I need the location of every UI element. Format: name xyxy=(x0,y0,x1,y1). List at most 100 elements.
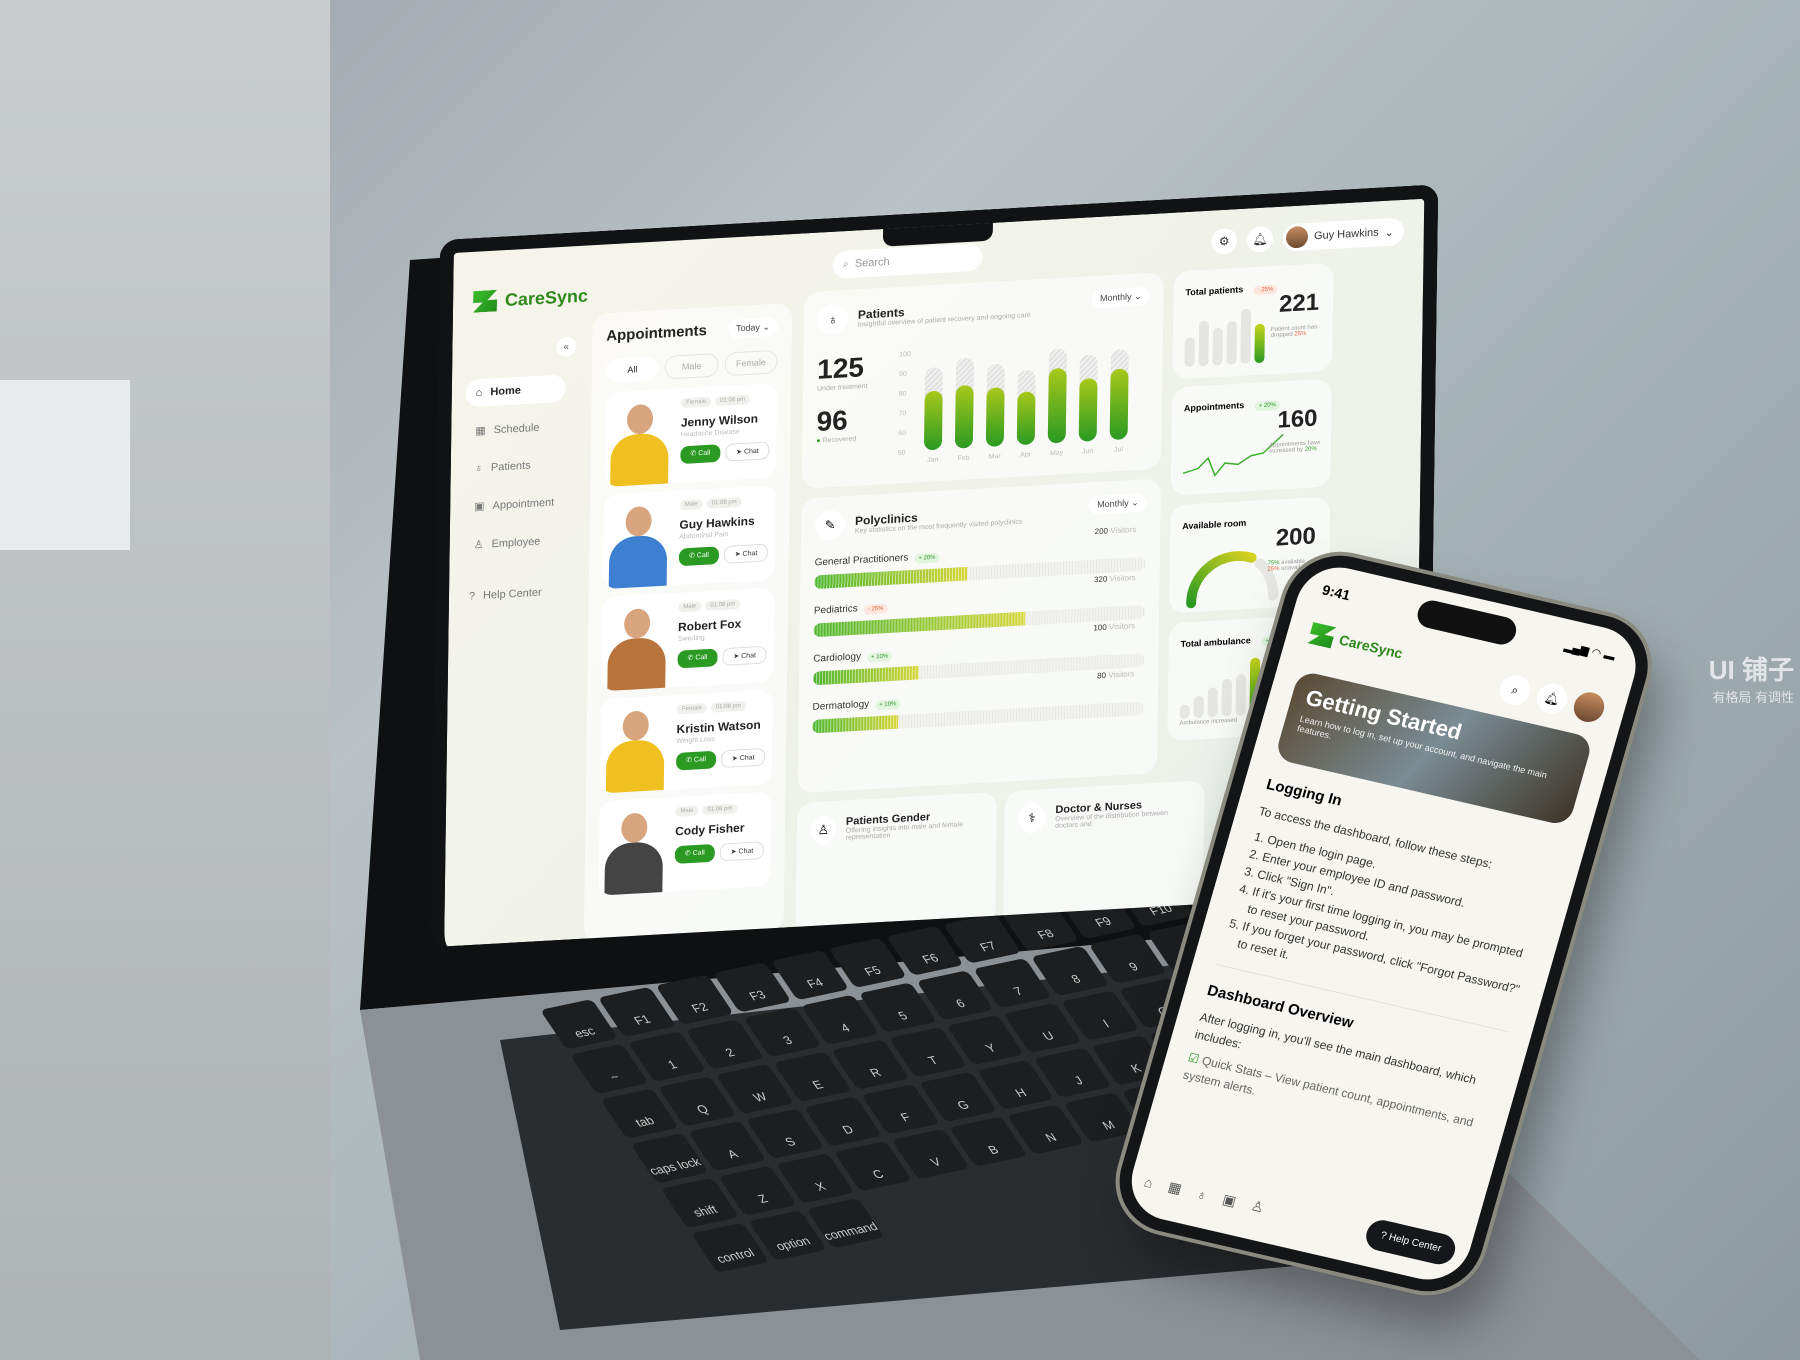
appointment-card[interactable]: Male 01:08 pm Cody Fisher ✆ Call ➤ Chat xyxy=(598,791,772,896)
call-button[interactable]: ✆ Call xyxy=(678,546,719,567)
x-tick-label: Jul xyxy=(1114,446,1123,453)
chat-button[interactable]: ➤ Chat xyxy=(725,441,770,462)
change-badge: + 10% xyxy=(875,699,901,711)
call-label: Call xyxy=(696,551,709,560)
user-menu[interactable]: Guy Hawkins ⌄ xyxy=(1282,217,1405,252)
bell-icon[interactable]: 🔔︎ xyxy=(1246,225,1274,253)
patient-icon[interactable]: ♁ xyxy=(1195,1185,1210,1203)
user-icon[interactable]: ♙ xyxy=(1249,1197,1266,1216)
call-button[interactable]: ✆ Call xyxy=(674,843,715,864)
polyclinic-row[interactable]: 80 Visitors Dermatology + 10% xyxy=(812,669,1144,734)
watermark-sub: 有格局 有调性 xyxy=(1712,690,1794,705)
appointments-panel: Appointments Today ⌄ All Male Female Fem… xyxy=(583,302,793,943)
appointments-title: Appointments xyxy=(606,322,708,345)
patients-card: ♁ Patients Insightful overview of patient … xyxy=(801,272,1164,489)
change-badge: + 10% xyxy=(866,651,893,663)
appointment-card[interactable]: Male 01:08 pm Robert Fox Sweding ✆ Call ➤ … xyxy=(601,587,775,692)
search-input[interactable]: ⌕ Search xyxy=(832,243,983,279)
gauge-available-arc xyxy=(1186,551,1257,609)
sidebar-item-appointment[interactable]: ▣ Appointment xyxy=(464,487,564,521)
y-tick-label: 90 xyxy=(899,371,907,378)
progress-fill xyxy=(812,665,920,686)
logo-icon xyxy=(1307,622,1336,649)
call-button[interactable]: ✆ Call xyxy=(677,648,718,669)
monthly-dropdown[interactable]: Monthly ⌄ xyxy=(1089,492,1147,515)
chevron-down-icon: ⌄ xyxy=(1384,226,1394,239)
sidebar-item-patients[interactable]: ♁ Patients xyxy=(465,450,565,483)
chat-button[interactable]: ➤ Chat xyxy=(723,543,769,564)
x-tick-label: Jan xyxy=(927,456,938,464)
avatar xyxy=(1285,225,1309,249)
sidebar-item-label: Patients xyxy=(490,459,531,474)
patient-name: Cody Fisher xyxy=(675,820,745,839)
help-center-button[interactable]: ? Help Center xyxy=(1362,1217,1459,1268)
polyclinic-name: Dermatology xyxy=(812,698,870,713)
call-label: Call xyxy=(693,756,707,764)
bar-feb xyxy=(954,385,974,449)
x-tick-label: Feb xyxy=(958,455,970,463)
home-icon[interactable]: ⌂ xyxy=(1142,1173,1155,1190)
filter-all[interactable]: All xyxy=(605,356,660,383)
gender-tag: Male xyxy=(679,499,703,511)
recovered-label: Recovered xyxy=(822,435,857,445)
calendar-check-icon: ▣ xyxy=(474,500,485,513)
bar xyxy=(1212,327,1223,366)
sidebar-item-employee[interactable]: ♙ Employee xyxy=(463,526,563,560)
note-pct: 25% xyxy=(1294,330,1307,338)
appointment-card[interactable]: Female 01:08 pm Kristin Watson Weight Los… xyxy=(599,689,773,794)
patient-photo xyxy=(604,389,675,488)
y-tick-label: 100 xyxy=(899,351,911,359)
chat-button[interactable]: ➤ Chat xyxy=(720,747,766,769)
calendar-icon[interactable]: ▦ xyxy=(1166,1178,1183,1197)
progress-fill xyxy=(814,566,967,590)
y-tick-label: 50 xyxy=(898,449,906,456)
appointment-card[interactable]: Male 01:08 pm Guy Hawkins Abdominal Pain … xyxy=(602,485,776,590)
sidebar-item-schedule[interactable]: ▦ Schedule xyxy=(465,412,565,446)
nurse-icon: ⚕ xyxy=(1018,802,1046,834)
logo[interactable]: CareSync xyxy=(473,285,588,313)
app-name: CareSync xyxy=(1337,631,1405,662)
time-tag: 01:08 pm xyxy=(705,599,741,611)
appointment-card[interactable]: Female 01:08 pm Jenny Wilson Headache Dis… xyxy=(604,383,778,488)
monthly-dropdown[interactable]: Monthly ⌄ xyxy=(1091,286,1150,309)
dynamic-island xyxy=(1414,597,1520,648)
time-tag: 01:08 pm xyxy=(706,496,742,509)
search-icon[interactable]: ⌕ xyxy=(1496,672,1534,708)
polyclinic-row[interactable]: 100 Visitors Cardiology + 10% xyxy=(812,621,1145,686)
collapse-sidebar-button[interactable]: « xyxy=(556,336,577,358)
avatar[interactable] xyxy=(1570,689,1608,725)
home-icon: ⌂ xyxy=(475,386,483,399)
bar xyxy=(1179,704,1190,719)
chat-button[interactable]: ➤ Chat xyxy=(722,645,768,666)
unavailable-pct: 25% xyxy=(1267,566,1280,573)
note-pct: 20% xyxy=(1304,446,1317,453)
total-patients-card[interactable]: Total patients - 25% 221 Patient count h… xyxy=(1172,262,1334,380)
progress-fill xyxy=(812,714,899,734)
visitor-unit: Visitors xyxy=(1108,669,1135,680)
call-button[interactable]: ✆ Call xyxy=(680,444,721,465)
patient-photo xyxy=(598,797,669,896)
visitor-count: 80 xyxy=(1097,670,1107,681)
range-dropdown[interactable]: Today ⌄ xyxy=(727,317,779,339)
gender-tag: Female xyxy=(676,703,707,715)
under-treatment-value: 125 xyxy=(817,351,865,385)
appointments-stat-card[interactable]: Appointments + 20% 160 Appointments have… xyxy=(1170,378,1332,496)
watermark: UI 铺子 有格局 有调性 xyxy=(1709,650,1794,706)
under-treatment-label: Under treatment xyxy=(816,382,868,393)
settings-icon[interactable]: ⚙ xyxy=(1210,227,1238,255)
help-center-link[interactable]: ? Help Center xyxy=(469,587,542,603)
bell-icon[interactable]: 🔔︎ xyxy=(1533,680,1571,717)
call-button[interactable]: ✆ Call xyxy=(676,750,717,771)
filter-male[interactable]: Male xyxy=(664,353,719,380)
sidebar-item-home[interactable]: ⌂ Home xyxy=(465,374,566,408)
chat-button[interactable]: ➤ Chat xyxy=(719,841,765,862)
filter-female[interactable]: Female xyxy=(724,349,778,377)
patient-icon: ♁ xyxy=(817,303,849,335)
calendar-check-icon[interactable]: ▣ xyxy=(1220,1191,1238,1210)
y-tick-label: 60 xyxy=(898,430,906,437)
available-room-title: Available room xyxy=(1182,517,1247,532)
x-tick-label: May xyxy=(1050,449,1064,457)
bar-jan xyxy=(924,391,943,450)
appointments-line-chart xyxy=(1182,433,1284,477)
total-ambulance-title: Total ambulance xyxy=(1180,635,1251,650)
